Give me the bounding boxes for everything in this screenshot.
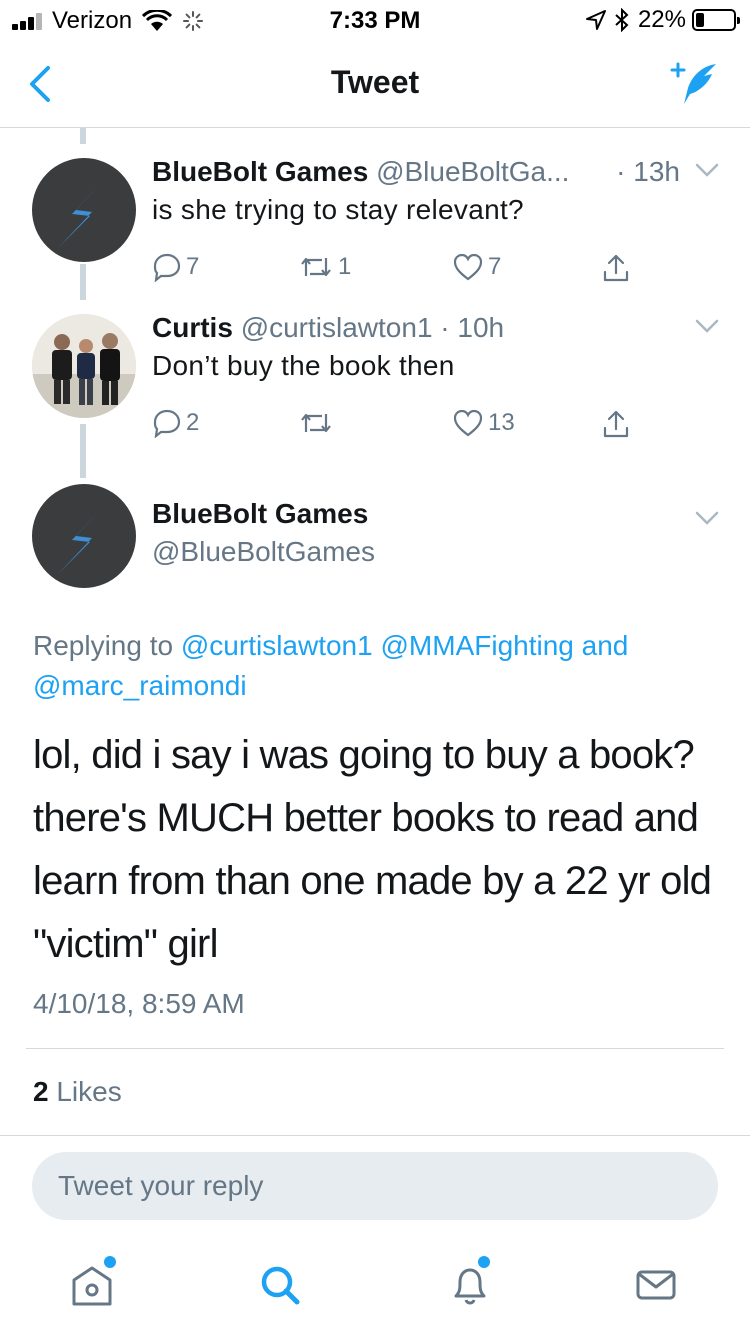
messages-icon bbox=[636, 1270, 676, 1300]
share-button[interactable] bbox=[600, 408, 632, 440]
location-arrow-icon bbox=[585, 10, 606, 30]
handle[interactable]: @BlueBoltGames bbox=[152, 536, 375, 568]
compose-tweet-icon[interactable] bbox=[668, 58, 720, 110]
bluebolt-logo bbox=[58, 504, 106, 574]
replying-prefix: Replying to bbox=[33, 630, 174, 661]
thread-line bbox=[80, 128, 86, 144]
tab-search[interactable] bbox=[250, 1254, 310, 1314]
retweet-button[interactable]: 1 bbox=[298, 252, 351, 282]
divider bbox=[26, 1048, 724, 1049]
retweet-count: 1 bbox=[338, 253, 352, 280]
bluetooth-icon bbox=[615, 8, 629, 32]
battery-level bbox=[696, 13, 704, 27]
status-right: 22% bbox=[585, 6, 740, 34]
handle: @curtislawton1 · 10h bbox=[240, 312, 505, 343]
display-name[interactable]: Curtis bbox=[152, 312, 233, 343]
chevron-down-icon[interactable] bbox=[694, 508, 720, 528]
tweet-actions: 2 13 bbox=[152, 408, 652, 440]
nav-bar: Tweet bbox=[0, 40, 750, 128]
tweet-header: Curtis @curtislawton1 · 10h bbox=[152, 312, 504, 344]
avatar[interactable] bbox=[32, 484, 136, 588]
heart-icon bbox=[453, 409, 483, 437]
handle: @BlueBoltGa... bbox=[376, 156, 570, 187]
notification-dot bbox=[104, 1256, 116, 1268]
likes-summary[interactable]: 2 Likes bbox=[33, 1076, 122, 1108]
bluebolt-logo bbox=[58, 178, 106, 248]
like-button[interactable]: 7 bbox=[452, 252, 501, 282]
thread-line bbox=[80, 424, 86, 478]
avatar[interactable] bbox=[32, 314, 136, 418]
tab-notifications[interactable] bbox=[440, 1254, 500, 1314]
battery-icon bbox=[692, 9, 740, 31]
status-bar: Verizon 7:33 PM 22% bbox=[0, 0, 750, 40]
notification-dot bbox=[478, 1256, 490, 1268]
reply-input[interactable] bbox=[32, 1152, 718, 1220]
notifications-icon bbox=[454, 1268, 486, 1305]
tweet-text: Don’t buy the book then bbox=[152, 350, 455, 381]
page-title: Tweet bbox=[330, 64, 420, 100]
share-button[interactable] bbox=[600, 252, 632, 284]
tweet-text: is she trying to stay relevant? bbox=[152, 194, 524, 225]
heart-icon bbox=[453, 253, 483, 281]
tab-messages[interactable] bbox=[626, 1254, 686, 1314]
replying-to: Replying to @curtislawton1 @MMAFighting … bbox=[33, 626, 723, 706]
chevron-down-icon[interactable] bbox=[694, 160, 720, 180]
retweet-button[interactable] bbox=[298, 408, 338, 438]
reply-icon bbox=[153, 409, 181, 438]
tab-bar bbox=[0, 1240, 750, 1334]
tweet-time: · 13h bbox=[616, 156, 680, 187]
battery-percent: 22% bbox=[637, 6, 686, 33]
chevron-down-icon[interactable] bbox=[694, 316, 720, 336]
like-button[interactable]: 13 bbox=[452, 408, 515, 438]
retweet-icon bbox=[301, 257, 331, 277]
likes-label: Likes bbox=[56, 1076, 122, 1107]
replying-and: and bbox=[581, 630, 629, 661]
thread-line bbox=[80, 264, 86, 300]
tab-home[interactable] bbox=[62, 1254, 122, 1314]
likes-count: 2 bbox=[33, 1076, 49, 1107]
tweet-actions: 7 1 7 bbox=[152, 252, 652, 284]
reply-icon bbox=[153, 253, 181, 282]
divider bbox=[0, 1135, 750, 1136]
like-count: 13 bbox=[488, 409, 515, 436]
profile-photo bbox=[32, 314, 136, 418]
mention-link[interactable]: @MMAFighting bbox=[381, 630, 574, 661]
tweet-header: BlueBolt Games @BlueBoltGa... bbox=[152, 156, 569, 188]
display-name[interactable]: BlueBolt Games bbox=[152, 498, 368, 530]
display-name[interactable]: BlueBolt Games bbox=[152, 156, 368, 187]
reply-button[interactable]: 7 bbox=[152, 252, 199, 282]
search-icon bbox=[261, 1266, 300, 1305]
mention-link[interactable]: @marc_raimondi bbox=[33, 670, 247, 701]
avatar[interactable] bbox=[32, 158, 136, 262]
retweet-icon bbox=[301, 413, 331, 433]
like-count: 7 bbox=[488, 253, 502, 280]
reply-count: 2 bbox=[186, 409, 200, 436]
share-icon bbox=[603, 254, 629, 282]
tweet-text: lol, did i say i was going to buy a book… bbox=[33, 733, 712, 966]
share-icon bbox=[603, 410, 629, 438]
tweet-timestamp: 4/10/18, 8:59 AM bbox=[33, 988, 245, 1019]
mention-link[interactable]: @curtislawton1 bbox=[181, 630, 373, 661]
reply-button[interactable]: 2 bbox=[152, 408, 199, 438]
reply-count: 7 bbox=[186, 253, 200, 280]
